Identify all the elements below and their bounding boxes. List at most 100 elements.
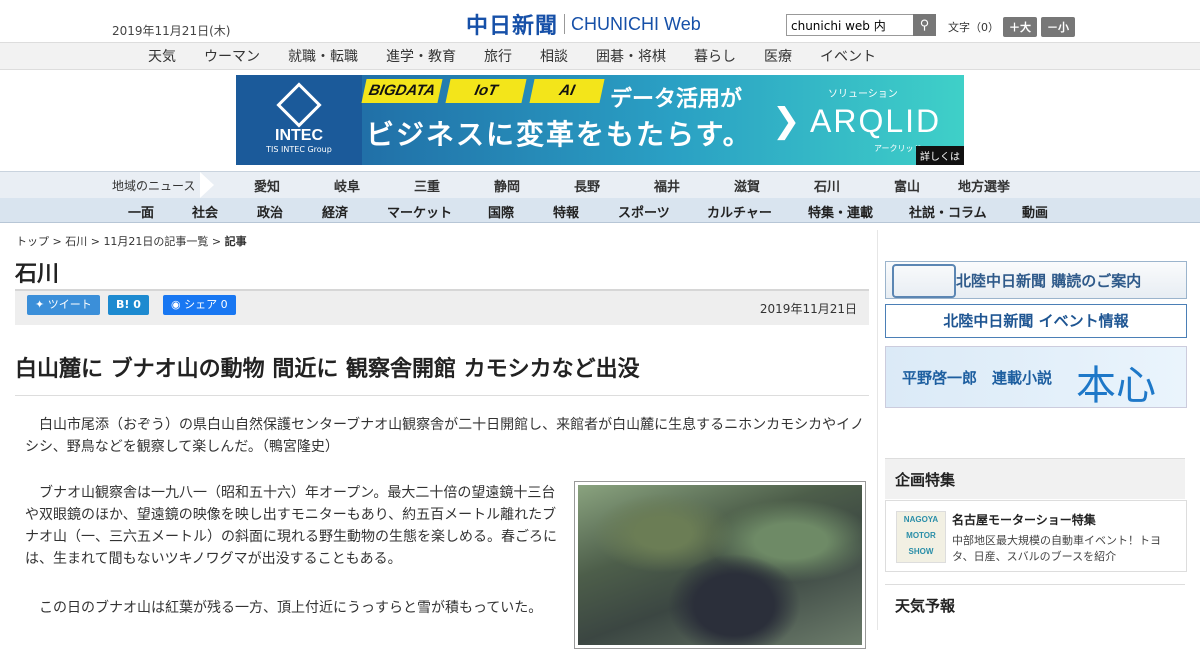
category-nav-item[interactable]: 特集・連載 — [808, 202, 873, 221]
service-nav-item[interactable]: 医療 — [764, 46, 792, 66]
category-nav-item[interactable]: 社説・コラム — [909, 202, 987, 221]
service-nav-item[interactable]: 旅行 — [484, 46, 512, 66]
twitter-icon: ✦ — [35, 298, 48, 311]
ad-banner[interactable]: INTEC TIS INTEC Group BIGDATA IoT AI データ… — [236, 75, 964, 165]
ad-more-link[interactable]: 詳しくは — [916, 146, 964, 165]
region-nav-item[interactable]: 地方選挙 — [958, 176, 1010, 195]
search-button[interactable]: ⚲ — [913, 14, 936, 36]
chevron-right-icon: ❯ — [772, 101, 801, 141]
article-paragraph: ブナオ山観察舎は一九八一（昭和五十六）年オープン。最大二十倍の望遠鏡十三台や双眼… — [25, 485, 557, 567]
header-date: 2019年11月21日(木) — [112, 24, 231, 38]
category-nav-item[interactable]: 政治 — [257, 202, 283, 221]
category-nav-item[interactable]: スポーツ — [618, 202, 670, 221]
section-title: 石川 — [15, 262, 60, 287]
service-nav-item[interactable]: 囲碁・将棋 — [596, 46, 666, 66]
font-larger-button[interactable]: ＋大 — [1003, 17, 1037, 37]
breadcrumb: トップ > 石川 > 11月21日の記事一覧 > 記事 — [16, 235, 247, 248]
category-nav-item[interactable]: マーケット — [387, 202, 452, 221]
hatena-bookmark-button[interactable]: B! 0 — [108, 295, 149, 315]
novel-banner[interactable]: 平野啓一郎 連載小説 本心 — [885, 346, 1187, 409]
ad-line1: データ活用が — [610, 87, 743, 112]
region-nav: 地域のニュース 愛知 岐阜 三重 静岡 長野 福井 滋賀 石川 富山 地方選挙 — [0, 171, 1200, 199]
service-nav-item[interactable]: ウーマン — [204, 46, 260, 66]
category-nav: 一面 社会 政治 経済 マーケット 国際 特報 スポーツ カルチャー 特集・連載… — [0, 198, 1200, 223]
ad-tag: BIGDATA — [361, 79, 443, 103]
region-nav-lead: 地域のニュース — [112, 179, 196, 193]
tweet-button[interactable]: ✦ ツイート — [27, 295, 100, 315]
category-nav-item[interactable]: 特報 — [553, 202, 579, 221]
ad-line2: ビジネスに変革をもたらす。 — [366, 118, 753, 151]
ad-brand-sub: TIS INTEC Group — [266, 145, 332, 154]
subscribe-banner[interactable]: 北陸中日新聞 購読のご案内 — [885, 261, 1187, 299]
weather-heading: 天気予報 — [895, 597, 956, 615]
region-nav-item[interactable]: 富山 — [894, 176, 920, 195]
service-nav-item[interactable]: 就職・転職 — [288, 46, 358, 66]
service-nav-item[interactable]: 暮らし — [694, 46, 736, 66]
feature-item-desc: 中部地区最大規模の自動車イベント！トヨタ、日産、スバルのブースを紹介 — [952, 534, 1161, 563]
service-nav-item[interactable]: 進学・教育 — [386, 46, 456, 66]
motor-show-badge: NAGOYA MOTOR SHOW — [896, 511, 946, 563]
region-nav-item[interactable]: 長野 — [574, 176, 600, 195]
region-nav-item[interactable]: 福井 — [654, 176, 680, 195]
font-smaller-button[interactable]: －小 — [1041, 17, 1075, 37]
facebook-share-button[interactable]: ◉ シェア 0 — [163, 295, 236, 315]
region-nav-item[interactable]: 滋賀 — [734, 176, 760, 195]
category-nav-item[interactable]: カルチャー — [707, 202, 772, 221]
feature-heading-box: 企画特集 — [885, 458, 1185, 499]
service-nav: 天気 ウーマン 就職・転職 進学・教育 旅行 相談 囲碁・将棋 暮らし 医療 イ… — [0, 42, 1200, 70]
ad-tag: AI — [529, 79, 605, 103]
search-box: ⚲ — [786, 14, 936, 36]
article-headline: 白山麓に ブナオ山の動物 間近に 観察舎開館 カモシカなど出没 — [15, 351, 869, 396]
service-nav-item[interactable]: イベント — [820, 46, 876, 66]
service-nav-item[interactable]: 天気 — [148, 46, 176, 66]
category-nav-item[interactable]: 経済 — [322, 202, 348, 221]
ad-product-kana: アークリッド — [874, 144, 922, 153]
region-nav-item[interactable]: 静岡 — [494, 176, 520, 195]
category-nav-item[interactable]: 社会 — [192, 202, 218, 221]
article-date: 2019年11月21日 — [759, 302, 857, 316]
region-nav-arrow — [200, 172, 214, 198]
feature-item-title[interactable]: 名古屋モーターショー特集 — [952, 511, 1096, 528]
intec-logo-icon — [276, 82, 322, 128]
breadcrumb-current: 記事 — [224, 235, 247, 248]
ad-solution-label: ソリューション — [828, 89, 898, 100]
service-nav-item[interactable]: 相談 — [540, 46, 568, 66]
category-nav-item[interactable]: 国際 — [488, 202, 514, 221]
logo-divider — [564, 14, 566, 34]
breadcrumb-list[interactable]: 11月21日の記事一覧 — [103, 235, 208, 248]
region-nav-item[interactable]: 愛知 — [254, 176, 280, 195]
category-nav-item[interactable]: 動画 — [1022, 202, 1048, 221]
weather-heading-box: 天気予報 — [885, 584, 1185, 625]
ad-brand-block: INTEC TIS INTEC Group — [236, 75, 362, 165]
events-banner-text: 北陸中日新聞 イベント情報 — [943, 312, 1129, 330]
font-size-control: 文字（0） ＋大 －小 — [948, 17, 1075, 37]
article-paragraph: 白山市尾添（おぞう）の県白山自然保護センターブナオ山観察舎が二十日開館し、来館者… — [25, 417, 865, 455]
logo-jp: 中日新聞 — [466, 13, 559, 39]
share-bar: ✦ ツイート B! 0 ◉ シェア 0 2019年11月21日 — [15, 289, 869, 325]
region-nav-item[interactable]: 三重 — [414, 176, 440, 195]
breadcrumb-top[interactable]: トップ — [16, 235, 49, 248]
column-divider — [877, 230, 878, 630]
subscribe-banner-text: 北陸中日新聞 購読のご案内 — [956, 272, 1142, 290]
category-nav-item[interactable]: 一面 — [128, 202, 154, 221]
logo-web: Web — [664, 13, 701, 34]
article-paragraph: この日のブナオ山は紅葉が残る一方、頂上付近にうっすらと雪が積もっていた。 — [39, 600, 543, 616]
region-nav-item[interactable]: 石川 — [814, 176, 840, 195]
ad-brand: INTEC — [275, 127, 323, 144]
article-photo[interactable] — [574, 481, 866, 649]
newspaper-icon — [892, 264, 956, 298]
feature-item[interactable]: NAGOYA MOTOR SHOW 名古屋モーターショー特集 中部地区最大規模の… — [885, 500, 1187, 572]
site-logo[interactable]: 中日新聞 CHUNICHI Web — [466, 8, 701, 40]
search-icon: ⚲ — [919, 17, 930, 32]
facebook-icon: ◉ — [171, 298, 185, 311]
region-nav-item[interactable]: 岐阜 — [334, 176, 360, 195]
search-input[interactable] — [786, 14, 913, 36]
events-banner[interactable]: 北陸中日新聞 イベント情報 — [885, 304, 1187, 338]
ad-tag: IoT — [445, 79, 527, 103]
breadcrumb-region[interactable]: 石川 — [65, 235, 87, 248]
novel-author: 平野啓一郎 連載小説 — [902, 369, 1053, 387]
feature-heading: 企画特集 — [895, 471, 956, 489]
photo-image — [578, 485, 862, 645]
font-size-label: 文字（0） — [948, 21, 999, 34]
ad-product: ARQLID — [810, 103, 942, 139]
